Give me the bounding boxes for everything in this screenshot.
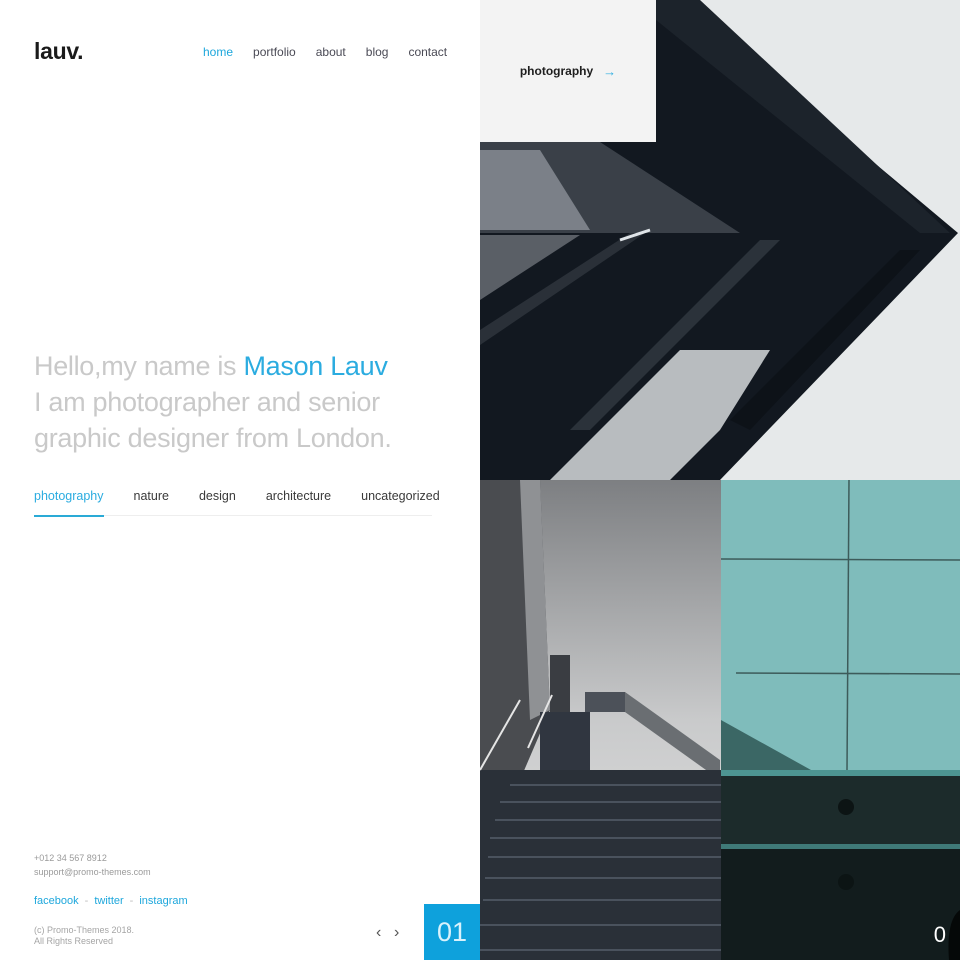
- twitter-link[interactable]: twitter: [94, 895, 123, 907]
- hero-intro: Hello,my name is: [34, 351, 244, 381]
- copyright-line-1: (c) Promo-Themes 2018.: [34, 925, 135, 935]
- chevron-left-icon[interactable]: ‹: [376, 925, 388, 943]
- category-tabs: photography nature design architecture u…: [34, 489, 440, 517]
- nav-home[interactable]: home: [203, 45, 233, 59]
- tab-photography[interactable]: photography: [34, 489, 104, 517]
- nav-blog[interactable]: blog: [366, 45, 389, 59]
- tab-nature[interactable]: nature: [134, 489, 169, 516]
- copyright: (c) Promo-Themes 2018. All Rights Reserv…: [34, 925, 134, 947]
- slide-counter: 01: [424, 904, 480, 960]
- copyright-line-2: All Rights Reserved: [34, 936, 114, 946]
- email-address: support@promo-themes.com: [34, 867, 151, 877]
- hero-name: Mason Lauv: [243, 351, 388, 381]
- tab-design[interactable]: design: [199, 489, 236, 516]
- separator: -: [129, 895, 134, 907]
- gallery-tile-architecture[interactable]: photography →: [480, 0, 960, 480]
- tab-uncategorized[interactable]: uncategorized: [361, 489, 440, 516]
- main-nav: home portfolio about blog contact: [203, 45, 467, 59]
- slider-arrows: ‹ ›: [376, 925, 406, 943]
- gallery-tile-staircase[interactable]: [480, 480, 721, 960]
- hero-line-3: graphic designer from London.: [34, 423, 392, 453]
- hero-heading: Hello,my name is Mason Lauv I am photogr…: [34, 348, 464, 456]
- category-card-label: photography: [519, 64, 594, 78]
- left-panel: lauv. home portfolio about blog contact …: [0, 0, 480, 960]
- staircase-photo: [480, 480, 721, 960]
- facebook-link[interactable]: facebook: [34, 895, 79, 907]
- nav-contact[interactable]: contact: [408, 45, 447, 59]
- nav-portfolio[interactable]: portfolio: [253, 45, 296, 59]
- gallery-tile-teal-wall[interactable]: 0: [721, 480, 960, 960]
- tab-architecture[interactable]: architecture: [266, 489, 331, 516]
- gallery: photography → 0: [480, 0, 960, 960]
- arrow-right-icon: →: [603, 63, 617, 79]
- teal-wall-photo: [721, 480, 960, 960]
- instagram-link[interactable]: instagram: [139, 895, 187, 907]
- nav-about[interactable]: about: [316, 45, 346, 59]
- next-slide-number: 0: [933, 922, 946, 947]
- social-links: facebook - twitter - instagram: [34, 895, 188, 907]
- logo[interactable]: lauv.: [34, 38, 84, 65]
- hero-line-2: I am photographer and senior: [34, 387, 380, 417]
- separator: -: [84, 895, 89, 907]
- chevron-right-icon[interactable]: ›: [394, 925, 406, 943]
- contact-info: +012 34 567 8912 support@promo-themes.co…: [34, 851, 151, 879]
- category-card[interactable]: photography →: [480, 0, 656, 142]
- phone-number: +012 34 567 8912: [34, 853, 107, 863]
